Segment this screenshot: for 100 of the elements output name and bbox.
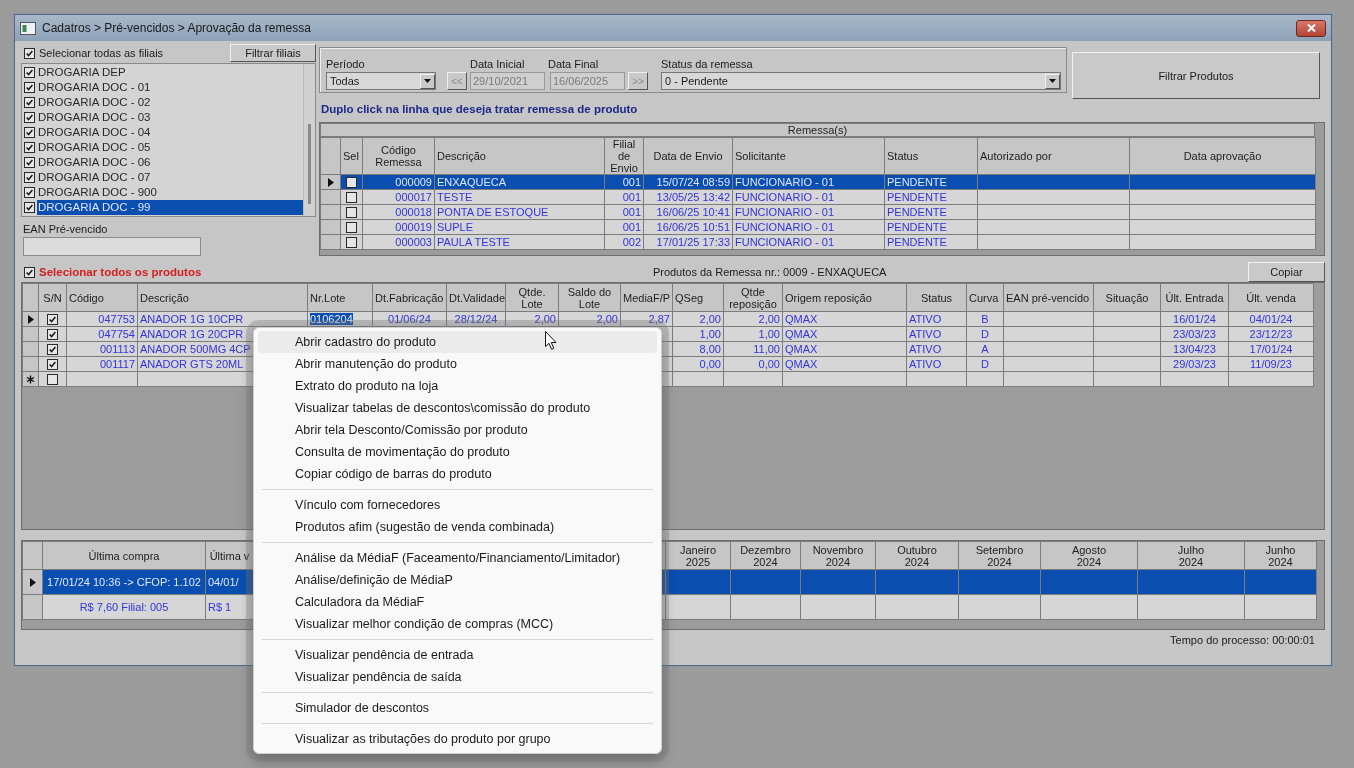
filter-products-button[interactable]: Filtrar Produtos [1072, 52, 1320, 99]
dropdown[interactable]: 0 - Pendente [661, 72, 1061, 90]
checkbox[interactable] [24, 157, 35, 168]
menu-item[interactable]: Produtos afim (sugestão de venda combinada) [258, 516, 657, 538]
menu-item[interactable]: Calculadora da MédiaF [258, 591, 657, 613]
menu-item[interactable]: Consulta de movimentação do produto [258, 441, 657, 463]
list-item[interactable]: DROGARIA DOC - 05 [37, 140, 303, 155]
column-header[interactable]: Nr.Lote [307, 283, 373, 312]
list-item[interactable]: DROGARIA DOC - 02 [37, 95, 303, 110]
row-header[interactable] [22, 569, 43, 595]
checkbox[interactable] [24, 142, 35, 153]
column-header[interactable]: Novembro 2024 [800, 541, 876, 570]
column-header[interactable]: Últ. Entrada [1160, 283, 1229, 312]
column-header[interactable]: Dezembro 2024 [730, 541, 801, 570]
column-header[interactable]: Dt.Fabricação [372, 283, 447, 312]
new-row-icon [26, 375, 35, 385]
menu-item[interactable]: Visualizar pendência de saída [258, 666, 657, 688]
column-header[interactable]: Outubro 2024 [875, 541, 959, 570]
copy-button[interactable]: Copiar [1248, 262, 1325, 282]
column-header[interactable]: Status [906, 283, 967, 312]
checkbox[interactable] [346, 237, 357, 249]
column-header[interactable]: Data aprovação [1129, 137, 1316, 175]
row-pointer-icon [327, 178, 334, 188]
scrollbar[interactable] [303, 64, 315, 217]
column-header[interactable]: Dt.Validade [446, 283, 506, 312]
column-header[interactable]: Agosto 2024 [1040, 541, 1138, 570]
column-header[interactable]: Última compra [42, 541, 206, 570]
checkbox[interactable] [24, 47, 35, 59]
column-header[interactable]: EAN pré-vencido [1003, 283, 1094, 312]
grid-title: Remessa(s) [787, 124, 848, 136]
column-header[interactable]: Sel [340, 137, 363, 175]
column-header[interactable]: MediaF/P [620, 283, 673, 312]
menu-item[interactable]: Copiar código de barras do produto [258, 463, 657, 485]
column-header[interactable]: Status [884, 137, 978, 175]
checkbox[interactable] [47, 314, 58, 326]
checkbox[interactable] [346, 222, 357, 234]
checkbox[interactable] [47, 359, 58, 371]
field-label: Status da remessa [661, 58, 754, 71]
checkbox[interactable] [346, 207, 357, 219]
list-item[interactable]: DROGARIA DOC - 04 [37, 125, 303, 140]
grid-title: Produtos da Remessa nr.: 0009 - ENXAQUECA [651, 266, 888, 278]
checkbox[interactable] [24, 67, 35, 78]
column-header[interactable]: Data de Envio [643, 137, 733, 175]
column-header[interactable]: Código Remessa [362, 137, 435, 175]
status-text: Tempo do processo: 00:00:01 [1170, 634, 1315, 646]
menu-item[interactable]: Extrato do produto na loja [258, 375, 657, 397]
column-header[interactable]: Junho 2024 [1244, 541, 1317, 570]
input-field[interactable] [23, 237, 201, 256]
column-header[interactable]: Descrição [434, 137, 605, 175]
column-header[interactable]: Qtde reposição [723, 283, 783, 312]
column-header[interactable]: Origem reposição [782, 283, 907, 312]
list-item[interactable]: DROGARIA DOC - 03 [37, 110, 303, 125]
list-item[interactable]: DROGARIA DEP [37, 65, 303, 80]
checkbox[interactable] [47, 329, 58, 341]
column-header[interactable]: Setembro 2024 [958, 541, 1041, 570]
column-header[interactable]: Saldo do Lote [558, 283, 621, 312]
list-item[interactable]: DROGARIA DOC - 07 [37, 170, 303, 185]
menu-item[interactable]: Simulador de descontos [258, 697, 657, 719]
row-pointer-icon [27, 315, 34, 325]
checkbox[interactable] [24, 112, 35, 123]
checkbox[interactable] [24, 82, 35, 93]
column-header[interactable]: Julho 2024 [1137, 541, 1245, 570]
column-header[interactable]: Código [66, 283, 138, 312]
column-header[interactable]: S/N [38, 283, 67, 312]
column-header[interactable]: Janeiro 2025 [665, 541, 731, 570]
checkbox[interactable] [24, 187, 35, 198]
checkbox[interactable] [24, 127, 35, 138]
list-item[interactable]: DROGARIA DOC - 900 [37, 185, 303, 200]
menu-item[interactable]: Visualizar pendência de entrada [258, 644, 657, 666]
column-header[interactable]: Últ. venda [1228, 283, 1314, 312]
checkbox[interactable] [24, 202, 35, 213]
checkbox[interactable] [24, 97, 35, 108]
column-header[interactable]: Última v [205, 541, 254, 570]
column-header[interactable]: Autorizado por [977, 137, 1130, 175]
checkbox[interactable] [24, 172, 35, 183]
menu-item[interactable]: Abrir tela Desconto/Comissão por produto [258, 419, 657, 441]
menu-item[interactable]: Visualizar as tributações do produto por grupo [258, 728, 657, 750]
menu-item[interactable]: Visualizar tabelas de descontos\comissão do produto [258, 397, 657, 419]
checkbox[interactable] [346, 192, 357, 204]
checkbox[interactable] [346, 177, 357, 189]
list-item[interactable]: DROGARIA DOC - 06 [37, 155, 303, 170]
caret-icon [1049, 79, 1056, 83]
close-button[interactable] [1296, 19, 1326, 37]
column-header[interactable]: QSeg [672, 283, 724, 312]
column-header[interactable]: Situação [1093, 283, 1161, 312]
dropdown[interactable]: Todas [326, 72, 436, 90]
checkbox[interactable] [47, 374, 58, 386]
menu-item[interactable]: Abrir cadastro do produto [258, 331, 657, 353]
column-header[interactable]: Filial de Envio [604, 137, 644, 175]
column-header[interactable]: Solicitante [732, 137, 885, 175]
column-header[interactable]: Qtde. Lote [505, 283, 559, 312]
column-header[interactable]: Descrição [137, 283, 308, 312]
menu-item[interactable]: Visualizar melhor condição de compras (MCC) [258, 613, 657, 635]
menu-item[interactable]: Vínculo com fornecedores [258, 494, 657, 516]
list-item[interactable]: DROGARIA DOC - 99 [37, 200, 303, 215]
checkbox[interactable] [24, 266, 35, 278]
list-item[interactable]: DROGARIA DOC - 01 [37, 80, 303, 95]
column-header[interactable]: Curva [966, 283, 1004, 312]
filter-button[interactable]: Filtrar filiais [230, 44, 316, 62]
checkbox[interactable] [47, 344, 58, 356]
